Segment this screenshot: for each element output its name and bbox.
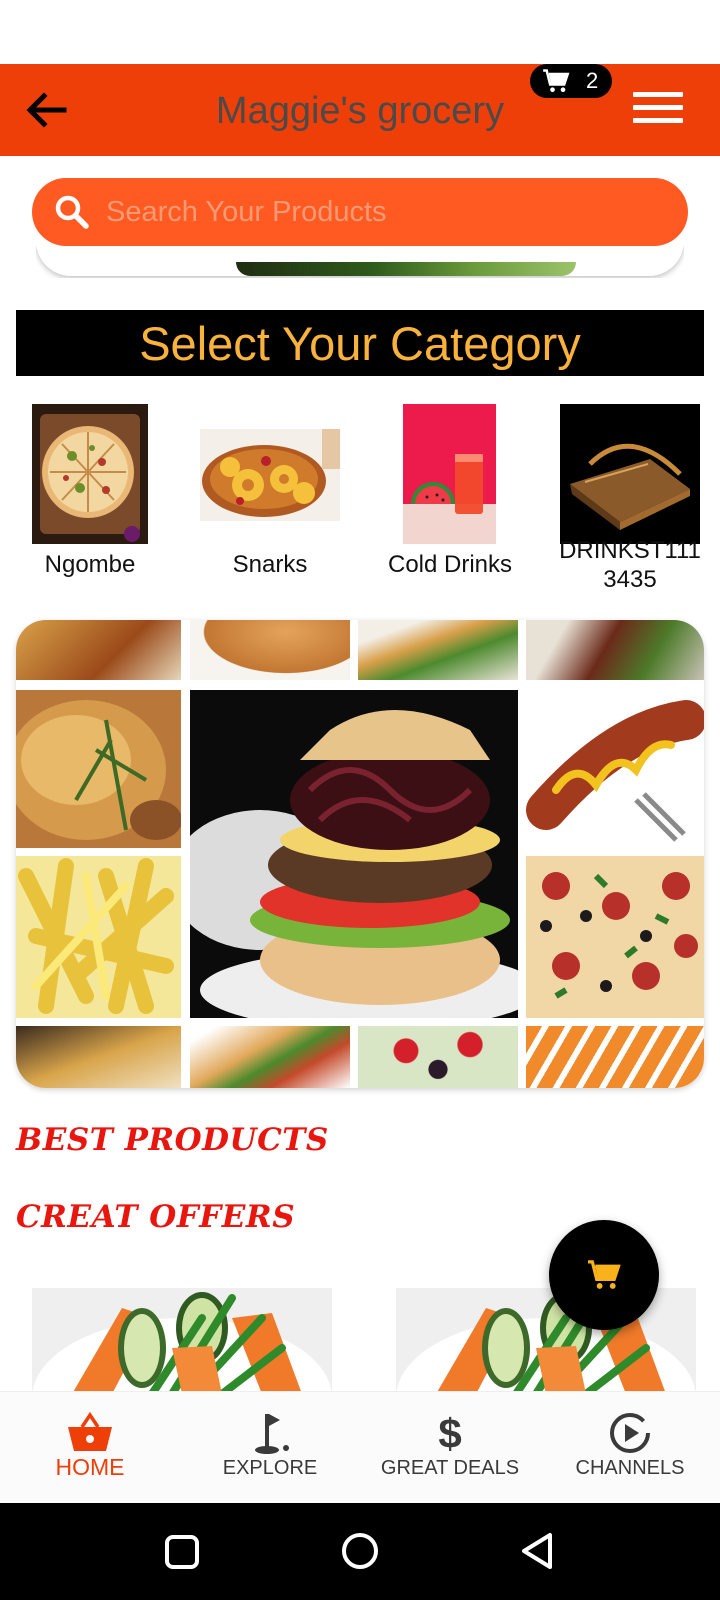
- system-navigation-bar: [0, 1503, 720, 1600]
- category-image: [200, 429, 340, 521]
- category-list: Ngombe Snarks Cold Drinks DRINKST111 343…: [0, 404, 720, 594]
- golf-flag-icon: [255, 1414, 289, 1454]
- menu-button[interactable]: [628, 88, 686, 128]
- search-input[interactable]: [106, 195, 626, 229]
- category-image: [560, 404, 700, 544]
- food-image-kebab: [526, 620, 704, 680]
- category-item-snarks[interactable]: Snarks: [185, 404, 355, 594]
- food-image-sweet-potato: [526, 1026, 704, 1088]
- food-image-pizza: [526, 856, 704, 1018]
- banner-image: [236, 262, 576, 276]
- category-image: [32, 404, 148, 544]
- hamburger-menu-icon: [633, 92, 683, 97]
- cart-icon: [543, 69, 570, 93]
- food-image-roast-chicken: [16, 690, 181, 848]
- nav-item-great-deals[interactable]: $ GREAT DEALS: [360, 1392, 540, 1504]
- food-image-grill: [16, 1026, 181, 1088]
- offer-image: [32, 1288, 332, 1394]
- offer-image: [396, 1288, 696, 1394]
- category-label: DRINKST111 3435: [559, 537, 701, 593]
- offer-card[interactable]: [32, 1288, 332, 1394]
- nav-label: GREAT DEALS: [380, 1457, 520, 1479]
- nav-label: HOME: [55, 1454, 125, 1480]
- best-products-title: BEST PRODUCTS: [16, 1122, 329, 1158]
- food-image-tacos: [190, 1026, 350, 1088]
- search-icon[interactable]: [52, 192, 92, 232]
- app-bar: Maggie's grocery 2: [0, 64, 720, 156]
- category-label: Cold Drinks: [387, 551, 513, 578]
- basket-icon: [68, 1411, 112, 1451]
- cart-count: 2: [586, 68, 599, 93]
- food-image-wraps: [358, 620, 518, 680]
- triangle-back-icon[interactable]: [518, 1531, 556, 1571]
- svg-text:$: $: [438, 1410, 461, 1456]
- bottom-navigation: HOME EXPLORE $ GREAT DEALS CHANNELS: [0, 1391, 720, 1503]
- great-offers-title: CREAT OFFERS: [16, 1199, 296, 1235]
- screen: Maggie's grocery 2 Sele: [0, 0, 720, 1600]
- arrow-left-icon: [26, 92, 67, 128]
- nav-label: EXPLORE: [222, 1457, 318, 1479]
- food-image-potatoes: [190, 620, 350, 680]
- category-title: Select Your Category: [139, 316, 581, 370]
- nav-item-home[interactable]: HOME: [0, 1392, 180, 1504]
- food-image-sausage: [526, 690, 704, 848]
- cart-fab-button[interactable]: [549, 1220, 659, 1330]
- search-bar[interactable]: [32, 178, 688, 246]
- food-image-fries: [16, 856, 181, 1018]
- play-circle-icon: [610, 1413, 650, 1453]
- status-bar: [0, 0, 720, 64]
- nav-item-explore[interactable]: EXPLORE: [180, 1392, 360, 1504]
- category-image: [403, 404, 496, 544]
- app-title: Maggie's grocery: [215, 90, 505, 132]
- offer-card[interactable]: [396, 1288, 696, 1394]
- dollar-icon: $: [438, 1410, 461, 1456]
- nav-label: CHANNELS: [575, 1457, 685, 1479]
- back-button[interactable]: [18, 82, 74, 138]
- food-collage-banner[interactable]: [16, 620, 704, 1088]
- category-label: Snarks: [232, 551, 308, 578]
- category-item-ngombe[interactable]: Ngombe: [5, 404, 175, 594]
- category-label: Ngombe: [44, 551, 136, 578]
- category-item-drinkst111[interactable]: DRINKST111 3435: [545, 404, 715, 594]
- circle-home-icon[interactable]: [340, 1531, 380, 1571]
- food-image-greek-salad: [358, 1026, 518, 1088]
- cart-badge[interactable]: 2: [530, 64, 612, 98]
- food-image-burger: [190, 690, 518, 1018]
- banner-carousel[interactable]: [36, 246, 684, 278]
- square-recents-icon[interactable]: [163, 1533, 201, 1571]
- category-item-cold-drinks[interactable]: Cold Drinks: [365, 404, 535, 594]
- category-header: Select Your Category: [16, 310, 704, 376]
- nav-item-channels[interactable]: CHANNELS: [540, 1392, 720, 1504]
- food-image-skewers: [16, 620, 181, 680]
- cart-icon: [588, 1260, 621, 1289]
